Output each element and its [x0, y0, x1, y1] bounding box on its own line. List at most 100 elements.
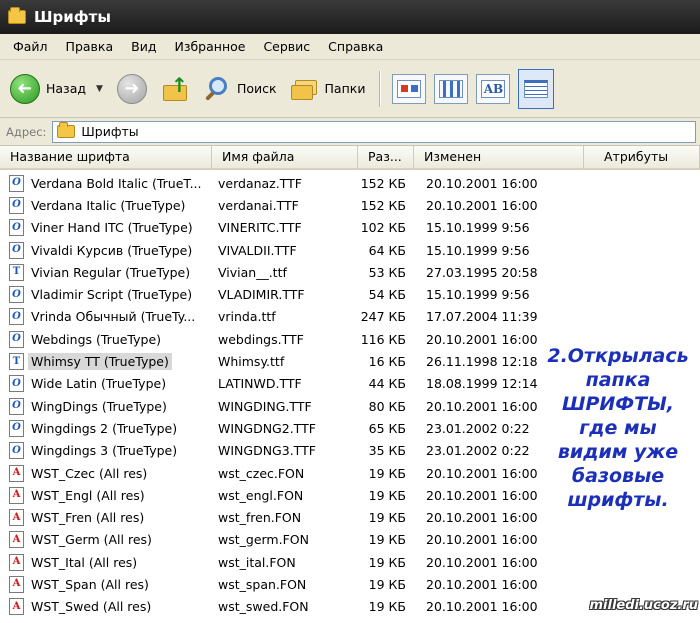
font-name: Wingdings 3 (TrueType) [31, 443, 178, 459]
font-name-cell: O Webdings (TrueType) [0, 330, 212, 348]
details-view-icon [524, 79, 549, 98]
file-name-cell: VLADIMIR.TTF [218, 287, 305, 303]
font-name: Verdana Italic (TrueType) [31, 197, 186, 213]
modified-date-cell: 20.10.2001 16:00 [426, 398, 538, 414]
column-header-attributes[interactable]: Атрибуты [584, 146, 700, 169]
table-row[interactable]: O Vrinda Обычный (TrueTy... vrinda.ttf 247 … [0, 306, 700, 328]
font-name: WST_Engl (All res) [31, 487, 145, 503]
file-name-cell: vrinda.ttf [218, 309, 276, 325]
table-row[interactable]: O Viner Hand ITC (TrueType) VINERITC.TTF 10… [0, 217, 700, 239]
table-row[interactable]: O Vladimir Script (TrueType) VLADIMIR.TTF 5… [0, 283, 700, 305]
ab-view-icon: AB [481, 79, 506, 98]
modified-date-cell: 15.10.1999 9:56 [426, 242, 530, 258]
address-value: Шрифты [81, 124, 139, 139]
file-name-cell: wst_fren.FON [218, 510, 302, 526]
modified-date-cell: 27.03.1995 20:58 [426, 264, 538, 280]
file-size-cell: 80 КБ [368, 398, 406, 414]
title-bar: Шрифты [0, 0, 700, 34]
modified-date-cell: 20.10.2001 16:00 [426, 599, 538, 615]
file-size-cell: 64 КБ [368, 242, 406, 258]
table-row[interactable]: A WST_Span (All res) wst_span.FON 19 КБ 20.1… [0, 573, 700, 595]
file-size-cell: 19 КБ [368, 554, 406, 570]
file-name-cell: verdanaz.TTF [218, 175, 302, 191]
menu-edit[interactable]: Правка [57, 39, 123, 54]
modified-date-cell: 20.10.2001 16:00 [426, 487, 538, 503]
forward-arrow-icon: ➜ [116, 73, 147, 104]
view-thumbnails-button[interactable] [392, 73, 427, 104]
font-name-cell: A WST_Fren (All res) [0, 509, 212, 527]
up-folder-icon: ↑ [161, 75, 189, 103]
file-size-cell: 53 КБ [368, 264, 406, 280]
menu-file[interactable]: Файл [4, 39, 57, 54]
table-row[interactable]: A WST_Ital (All res) wst_ital.FON 19 КБ 20.1… [0, 551, 700, 573]
font-name-cell: O Wide Latin (TrueType) [0, 375, 212, 393]
file-name-cell: wst_swed.FON [218, 599, 309, 615]
font-name: Vivaldi Курсив (TrueType) [31, 242, 193, 258]
modified-date-cell: 20.10.2001 16:00 [426, 532, 538, 548]
thumbnails-view-icon [397, 79, 422, 98]
back-dropdown-icon[interactable]: ▼ [96, 84, 103, 94]
font-name: WST_Czec (All res) [31, 465, 148, 481]
view-details-button[interactable] [518, 68, 555, 109]
opentype-font-icon: O [9, 330, 24, 348]
modified-date-cell: 20.10.2001 16:00 [426, 510, 538, 526]
file-name-cell: verdanai.TTF [218, 197, 299, 213]
folders-button[interactable]: Папки [290, 78, 365, 100]
table-row[interactable]: A WST_Germ (All res) wst_germ.FON 19 КБ 20.1… [0, 529, 700, 551]
opentype-font-icon: O [9, 196, 24, 214]
font-name-cell: A WST_Germ (All res) [0, 531, 212, 549]
view-list-button[interactable]: AB [476, 73, 511, 104]
menu-help[interactable]: Справка [319, 39, 392, 54]
opentype-font-icon: O [9, 397, 24, 415]
forward-button[interactable]: ➜ [116, 73, 147, 104]
table-row[interactable]: O Vivaldi Курсив (TrueType) VIVALDII.TTF 64… [0, 239, 700, 261]
file-name-cell: WINGDING.TTF [218, 398, 312, 414]
search-button[interactable]: Поиск [203, 75, 277, 103]
file-name-cell: VIVALDII.TTF [218, 242, 297, 258]
column-header-font-name[interactable]: Название шрифта [0, 146, 212, 169]
opentype-font-icon: O [9, 174, 24, 192]
column-header-file-name[interactable]: Имя файла [212, 146, 358, 169]
font-name: Vivian Regular (TrueType) [31, 264, 191, 280]
file-size-cell: 35 КБ [368, 443, 406, 459]
font-name-cell: A WST_Czec (All res) [0, 464, 212, 482]
column-header-modified[interactable]: Изменен [414, 146, 584, 169]
menu-view[interactable]: Вид [122, 39, 165, 54]
font-name: WST_Germ (All res) [31, 532, 152, 548]
font-name-cell: O Vladimir Script (TrueType) [0, 286, 212, 304]
address-field[interactable]: Шрифты [52, 120, 696, 143]
font-name: Webdings (TrueType) [31, 331, 162, 347]
file-name-cell: wst_span.FON [218, 576, 307, 592]
folders-icon [290, 78, 319, 100]
up-folder-button[interactable]: ↑ [161, 75, 189, 103]
font-name-cell: A WST_Engl (All res) [0, 486, 212, 504]
file-size-cell: 19 КБ [368, 487, 406, 503]
modified-date-cell: 20.10.2001 16:00 [426, 197, 538, 213]
folder-icon [8, 7, 26, 24]
file-size-cell: 54 КБ [368, 287, 406, 303]
file-name-cell: wst_engl.FON [218, 487, 304, 503]
modified-date-cell: 20.10.2001 16:00 [426, 465, 538, 481]
back-arrow-glyph: ➜ [17, 78, 33, 99]
file-size-cell: 19 КБ [368, 510, 406, 526]
view-tiles-button[interactable] [434, 73, 469, 104]
menu-bar: Файл Правка Вид Избранное Сервис Справка [0, 34, 700, 60]
table-row[interactable]: O Verdana Italic (TrueType) verdanai.TTF 15… [0, 194, 700, 216]
modified-date-cell: 20.10.2001 16:00 [426, 576, 538, 592]
menu-favorites[interactable]: Избранное [165, 39, 254, 54]
toolbar-separator [379, 70, 381, 107]
table-row[interactable]: T Vivian Regular (TrueType) Vivian__.ttf 53… [0, 261, 700, 283]
menu-tools[interactable]: Сервис [254, 39, 319, 54]
font-name-cell: A WST_Swed (All res) [0, 598, 212, 616]
back-button[interactable]: ➜ Назад ▼ [10, 73, 103, 104]
file-name-cell: WINGDNG3.TTF [218, 443, 316, 459]
table-row[interactable]: O Verdana Bold Italic (TrueT... verdanaz.T… [0, 172, 700, 194]
font-name-cell: O Verdana Bold Italic (TrueT... [0, 174, 212, 192]
file-name-cell: WINGDNG2.TTF [218, 420, 316, 436]
column-header-size[interactable]: Раз... [358, 146, 414, 169]
file-size-cell: 102 КБ [360, 220, 406, 236]
file-size-cell: 65 КБ [368, 420, 406, 436]
truetype-font-icon: T [9, 263, 24, 281]
modified-date-cell: 26.11.1998 12:18 [426, 354, 538, 370]
opentype-font-icon: O [9, 442, 24, 460]
